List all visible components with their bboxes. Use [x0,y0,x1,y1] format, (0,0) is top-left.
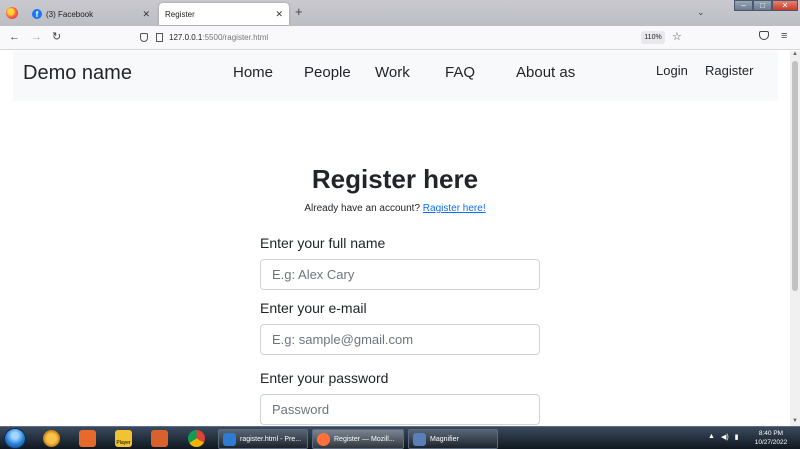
facebook-icon: f [32,9,42,19]
clock-time: 8:40 PM [758,430,784,437]
pinned-app-icon[interactable] [151,430,168,447]
full-name-input[interactable] [260,259,540,290]
network-icon[interactable]: ▮ [735,433,739,441]
chrome-icon[interactable] [188,430,205,447]
magnifier-icon [413,432,426,446]
window-controls: – □ ✕ [734,0,798,11]
nav-link-about[interactable]: About as [516,64,575,81]
tab-title: (3) Facebook [46,9,94,19]
clock-date: 10/27/2022 [754,439,788,446]
taskbar-window-vscode[interactable]: ragister.html - Pre... [218,429,308,449]
tab-title: Register [165,9,195,19]
login-link[interactable]: Login [656,63,688,78]
volume-icon[interactable]: ◀) [721,433,729,441]
url-path: :5500/ragister.html [202,33,269,42]
firefox-menu-icon[interactable] [6,7,18,19]
forward-arrow-icon[interactable]: → [31,31,42,43]
page-viewport: Demo name Home People Work FAQ About as … [0,51,790,426]
show-hidden-icons-icon[interactable]: ▲ [708,433,715,441]
start-button[interactable] [4,428,26,449]
password-label: Enter your password [260,370,389,386]
hamburger-menu-icon[interactable]: ≡ [781,30,787,42]
email-label: Enter your e-mail [260,300,367,316]
browser-tab-strip: f (3) Facebook ✕ Register ✕ + ⌄ – □ ✕ [0,0,800,26]
back-arrow-icon[interactable]: ← [9,31,20,43]
url-host: 127.0.0.1 [169,33,203,42]
password-input[interactable] [260,394,540,425]
have-account-label: Already have an account? [304,203,421,214]
register-here-link[interactable]: Ragister here! [423,203,486,214]
shield-icon[interactable] [140,33,148,42]
reload-icon[interactable]: ↻ [52,31,61,43]
minimize-button[interactable]: – [734,0,753,11]
windows-taskbar: Player ragister.html - Pre... Register —… [0,426,800,449]
tab-facebook[interactable]: f (3) Facebook ✕ [26,3,156,25]
nav-link-people[interactable]: People [304,64,351,81]
bookmark-star-icon[interactable]: ☆ [672,30,682,43]
taskbar-window-title: Register — Mozill... [334,435,395,443]
pinned-app-icon[interactable] [79,430,96,447]
firefox-icon [317,432,330,446]
pinned-app-icon[interactable] [43,430,60,447]
brand-name[interactable]: Demo name [23,62,132,85]
taskbar-window-title: ragister.html - Pre... [240,435,302,443]
have-account-text: Already have an account? Ragister here! [0,203,790,214]
zoom-level[interactable]: 110% [641,31,665,44]
pinned-player-icon[interactable]: Player [115,430,132,447]
close-tab-icon[interactable]: ✕ [142,9,150,20]
register-link[interactable]: Ragister [705,63,753,78]
address-bar[interactable]: 127.0.0.1:5500/ragister.html [130,28,690,47]
scrollbar-thumb[interactable] [792,61,798,291]
full-name-label: Enter your full name [260,235,386,251]
page-info-icon[interactable] [156,33,163,42]
nav-link-work[interactable]: Work [375,64,410,81]
vscode-icon [223,432,236,446]
page-title: Register here [311,164,479,194]
nav-link-home[interactable]: Home [233,64,273,81]
new-tab-button[interactable]: + [295,4,303,19]
close-tab-icon[interactable]: ✕ [275,9,283,20]
page-scrollbar[interactable]: ▲ ▼ [790,51,800,426]
maximize-button[interactable]: □ [753,0,772,11]
taskbar-window-title: Magnifier [430,435,459,443]
list-all-tabs-icon[interactable]: ⌄ [697,7,705,18]
taskbar-clock[interactable]: 8:40 PM 10/27/2022 [748,429,794,447]
tab-register[interactable]: Register ✕ [159,3,289,25]
taskbar-window-magnifier[interactable]: Magnifier [408,429,498,449]
site-navbar: Demo name Home People Work FAQ About as … [13,51,778,101]
scroll-up-arrow-icon[interactable]: ▲ [790,51,800,59]
close-window-button[interactable]: ✕ [772,0,798,11]
email-input[interactable] [260,324,540,355]
scroll-down-arrow-icon[interactable]: ▼ [790,418,800,426]
nav-link-faq[interactable]: FAQ [445,64,475,81]
taskbar-window-firefox[interactable]: Register — Mozill... [312,429,404,449]
system-tray: ▲ ◀) ▮ [708,433,739,441]
